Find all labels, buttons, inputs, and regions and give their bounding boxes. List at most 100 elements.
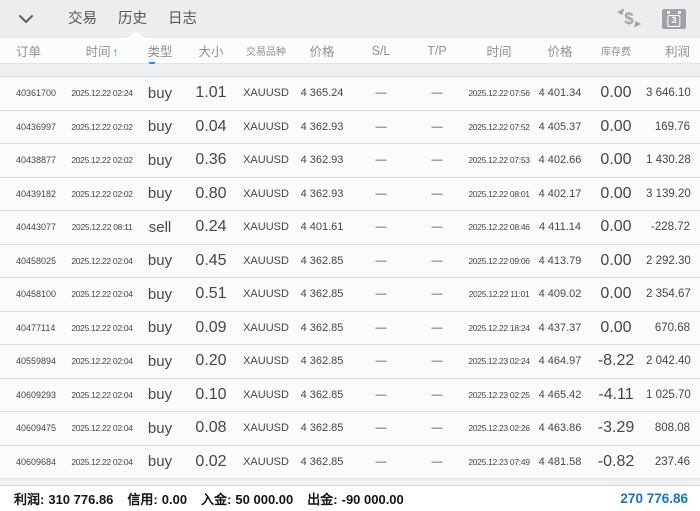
open-time: 2025.12.22 02:04	[71, 423, 133, 434]
swap-value: -0.82	[597, 452, 635, 470]
table-row[interactable]: 40559894 2025.12.22 02:04 buy 0.20 XAUUS…	[0, 345, 700, 379]
header-tp[interactable]: T/P	[410, 44, 464, 58]
table-row[interactable]: 40443077 2025.12.22 08:11 sell 0.24 XAUU…	[0, 211, 700, 245]
profit-value: 3 139.20	[646, 187, 691, 200]
header-open-price[interactable]: 价格	[292, 41, 352, 60]
close-time: 2025.12.23 02:25	[468, 389, 530, 400]
header-order[interactable]: 订单	[0, 41, 66, 60]
close-time: 2025.12.22 08:46	[468, 222, 530, 233]
trade-size: 0.80	[195, 184, 227, 202]
trade-type: buy	[147, 319, 173, 337]
tab-trade[interactable]: 交易	[68, 0, 97, 38]
close-time: 2025.12.22 07:53	[468, 155, 530, 166]
trade-type: buy	[147, 386, 173, 404]
swap-value: 0.00	[600, 218, 632, 236]
calendar-badge: 3	[667, 15, 681, 27]
table-row[interactable]: 40439182 2025.12.22 02:02 buy 0.80 XAUUS…	[0, 177, 700, 211]
header-profit[interactable]: 利润	[646, 41, 700, 60]
tp-value: —	[431, 321, 443, 334]
header-size[interactable]: 大小	[182, 41, 240, 60]
trade-size: 0.02	[195, 452, 227, 470]
tp-value: —	[431, 221, 443, 234]
header-close-price[interactable]: 价格	[534, 41, 586, 60]
close-time: 2025.12.22 08:01	[468, 188, 530, 199]
date-range-button[interactable]: 3	[662, 9, 686, 29]
order-id: 40477114	[16, 322, 56, 333]
header-symbol[interactable]: 交易品种	[240, 43, 292, 58]
open-price: 4 362.85	[300, 321, 344, 334]
close-time: 2025.12.22 09:06	[468, 255, 530, 266]
trade-size: 0.09	[195, 318, 227, 336]
header-type[interactable]: 类型	[138, 41, 182, 60]
open-time: 2025.12.22 02:04	[71, 322, 133, 333]
tp-value: —	[431, 455, 443, 468]
table-row[interactable]: 40438877 2025.12.22 02:02 buy 0.36 XAUUS…	[0, 144, 700, 178]
order-id: 40559894	[16, 356, 57, 367]
open-time: 2025.12.22 02:04	[71, 289, 133, 300]
trade-type: buy	[147, 352, 173, 370]
order-id: 40439182	[16, 188, 57, 199]
order-id: 40609475	[16, 423, 57, 434]
table-row[interactable]: 40436997 2025.12.22 02:02 buy 0.04 XAUUS…	[0, 110, 700, 144]
header-close-time[interactable]: 时间	[464, 41, 534, 60]
sl-value: —	[375, 321, 387, 334]
swap-value: -3.29	[597, 419, 635, 437]
order-id: 40609684	[16, 456, 57, 467]
sl-value: —	[375, 87, 387, 100]
account-menu-button[interactable]	[14, 7, 38, 31]
trade-symbol: XAUUSD	[243, 87, 289, 100]
swap-value: 0.00	[600, 84, 632, 102]
trade-size: 0.10	[195, 385, 227, 403]
header-open-time[interactable]: 时间 ↑	[66, 41, 138, 60]
summary-credit: 信用: 0.00	[127, 492, 188, 507]
table-body: 40361700 2025.12.22 02:24 buy 1.01 XAUUS…	[0, 76, 700, 479]
open-price: 4 362.93	[300, 154, 344, 167]
sl-value: —	[375, 288, 387, 301]
trade-size: 0.45	[195, 251, 227, 269]
calendar-ring-left	[667, 11, 670, 14]
table-row[interactable]: 40458100 2025.12.22 02:04 buy 0.51 XAUUS…	[0, 278, 700, 312]
table-row[interactable]: 40609684 2025.12.22 02:04 buy 0.02 XAUUS…	[0, 445, 700, 479]
profit-value: 670.68	[654, 321, 690, 334]
close-price: 4 465.42	[538, 388, 582, 401]
open-price: 4 362.85	[300, 355, 344, 368]
calendar-icon: 3	[662, 9, 686, 29]
close-price: 4 464.97	[538, 355, 582, 368]
trade-symbol: XAUUSD	[243, 288, 289, 301]
summary-withdrawal: 出金: -90 000.00	[307, 492, 404, 507]
trade-symbol: XAUUSD	[243, 254, 289, 267]
open-time: 2025.12.22 02:04	[71, 255, 133, 266]
table-header: 订单 时间 ↑ 类型 大小 交易品种 价格 S/L T/P 时间 价格 库存费 利…	[0, 38, 700, 64]
trade-symbol: XAUUSD	[243, 355, 289, 368]
balance-operations-button[interactable]: $	[616, 6, 642, 33]
open-price: 4 362.85	[300, 388, 344, 401]
tp-value: —	[431, 288, 443, 301]
open-time: 2025.12.22 02:02	[71, 155, 133, 166]
header-swap[interactable]: 库存费	[586, 43, 646, 58]
sl-value: —	[375, 154, 387, 167]
trade-type: buy	[147, 453, 173, 471]
header-sl[interactable]: S/L	[352, 44, 410, 58]
open-time: 2025.12.22 02:24	[71, 88, 133, 99]
profit-value: 1 025.70	[646, 388, 691, 401]
table-row[interactable]: 40609475 2025.12.22 02:04 buy 0.08 XAUUS…	[0, 412, 700, 446]
order-id: 40438877	[16, 155, 57, 166]
order-id: 40436997	[16, 121, 57, 132]
trade-size: 0.04	[195, 117, 227, 135]
toolbar-icons: $ 3	[616, 6, 686, 33]
table-row[interactable]: 40361700 2025.12.22 02:24 buy 1.01 XAUUS…	[0, 77, 700, 111]
table-row[interactable]: 40477114 2025.12.22 02:04 buy 0.09 XAUUS…	[0, 311, 700, 345]
close-price: 4 401.34	[538, 87, 582, 100]
profit-value: 3 646.10	[646, 87, 691, 100]
tab-journal[interactable]: 日志	[168, 0, 197, 38]
swap-value: 0.00	[600, 184, 632, 202]
svg-text:$: $	[624, 9, 634, 28]
profit-value: 169.76	[654, 120, 690, 133]
table-row[interactable]: 40609293 2025.12.22 02:04 buy 0.10 XAUUS…	[0, 378, 700, 412]
table-row[interactable]: 40458025 2025.12.22 02:04 buy 0.45 XAUUS…	[0, 244, 700, 278]
open-price: 4 362.93	[300, 120, 344, 133]
swap-value: 0.00	[600, 117, 632, 135]
close-price: 4 437.37	[538, 321, 582, 334]
sl-value: —	[375, 254, 387, 267]
order-id: 40609293	[16, 389, 57, 400]
